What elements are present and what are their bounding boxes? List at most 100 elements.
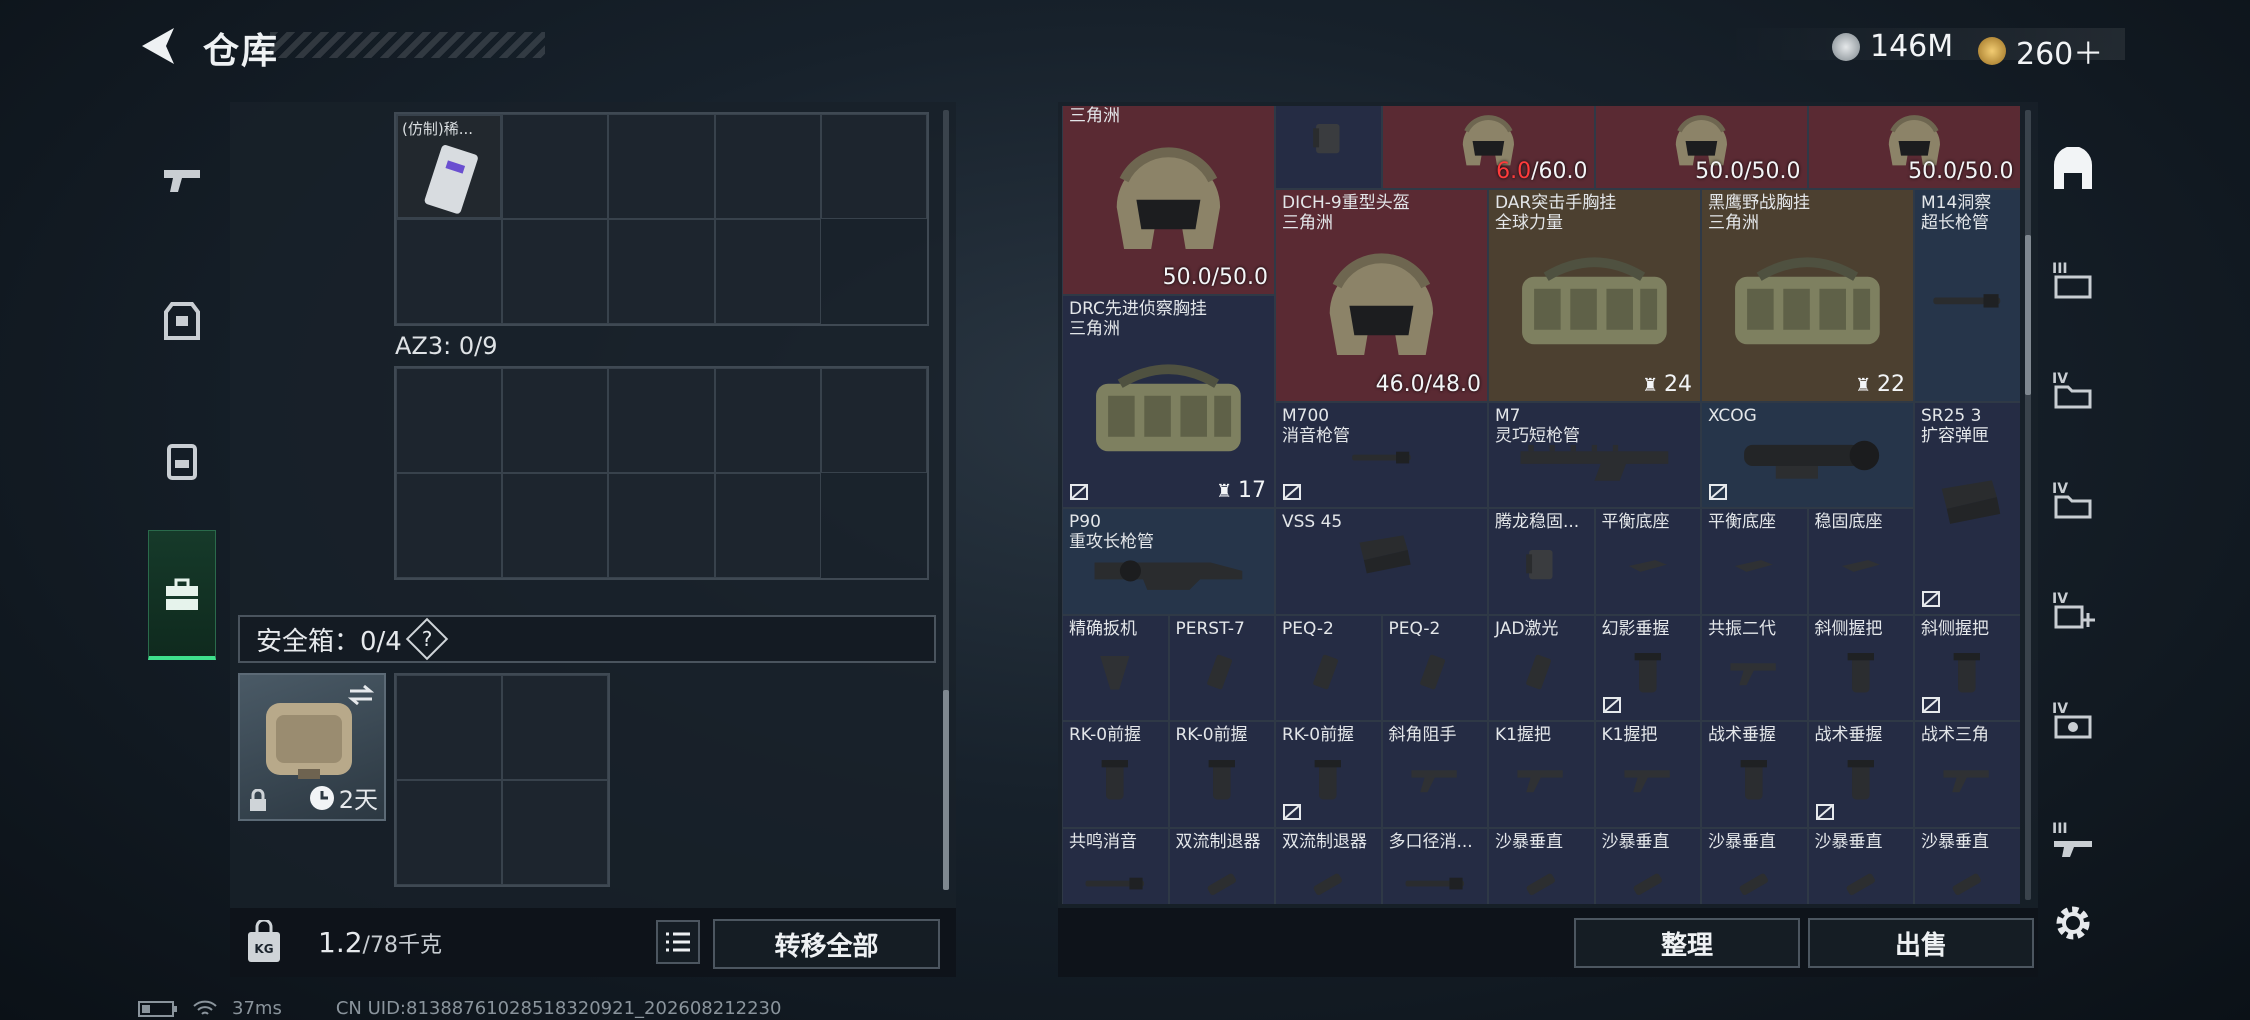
empty-slot[interactable] — [608, 473, 715, 578]
rail-stash-4b[interactable]: IV — [2042, 455, 2104, 545]
container-grid-1[interactable]: (仿制)稀... — [394, 112, 929, 326]
empty-slot[interactable] — [608, 368, 715, 473]
warehouse-item[interactable]: 共振二代 — [1701, 614, 1808, 721]
warehouse-item[interactable]: RK-0前握 — [1062, 721, 1169, 828]
warehouse-item[interactable]: JAD激光 — [1488, 614, 1595, 721]
warehouse-item[interactable]: 腾龙稳固... — [1488, 508, 1595, 615]
currency-premium[interactable]: 260＋ — [1978, 29, 2103, 73]
empty-slot[interactable] — [502, 780, 608, 885]
warehouse-item[interactable]: 腾龙稳固... — [1275, 106, 1382, 189]
list-view-button[interactable] — [656, 920, 700, 964]
warehouse-item[interactable]: RK-0前握 — [1168, 721, 1275, 828]
warehouse-item[interactable]: 共鸣消音 — [1062, 827, 1169, 904]
right-scrollbar-thumb[interactable] — [2025, 235, 2031, 395]
inventory-item-cell[interactable]: (仿制)稀... — [396, 114, 503, 219]
warehouse-grid[interactable]: DICH-9重型头盔 三角洲 50.0/50.0 腾龙稳固... 6.0/60.0 50… — [1062, 106, 2020, 904]
warehouse-item[interactable]: 平衡底座 — [1594, 508, 1701, 615]
transfer-all-button[interactable]: 转移全部 — [713, 919, 940, 969]
warehouse-item[interactable]: SR25 3 扩容弹匣 — [1914, 401, 2020, 615]
warehouse-item[interactable]: 沙暴垂直 — [1914, 827, 2020, 904]
empty-slot[interactable] — [502, 219, 609, 324]
empty-slot[interactable] — [502, 473, 609, 578]
empty-slot[interactable] — [820, 368, 927, 473]
warehouse-item[interactable]: 6.0/60.0 — [1381, 106, 1595, 189]
warehouse-item[interactable]: 斜侧握把 — [1807, 614, 1914, 721]
warehouse-item[interactable]: M7 灵巧短枪管 — [1488, 401, 1701, 508]
back-arrow-icon[interactable] — [136, 24, 180, 68]
empty-slot[interactable] — [502, 114, 609, 219]
warehouse-item[interactable]: DICH-9重型头盔 三角洲 46.0/48.0 — [1275, 188, 1488, 402]
warehouse-item[interactable]: PEQ-2 — [1381, 614, 1488, 721]
warehouse-item[interactable]: 多口径消... — [1381, 827, 1488, 904]
empty-slot[interactable] — [820, 114, 927, 219]
empty-slot[interactable] — [608, 219, 715, 324]
empty-slot[interactable] — [396, 675, 502, 780]
rail-stash-3-weapons[interactable]: III — [2042, 795, 2104, 885]
empty-slot[interactable] — [502, 368, 609, 473]
warehouse-item[interactable]: 双流制退器 — [1168, 827, 1275, 904]
safe-box-slot[interactable]: 2天 — [238, 673, 386, 821]
warehouse-item[interactable]: PEQ-2 — [1275, 614, 1382, 721]
warehouse-item[interactable]: PERST-7 — [1168, 614, 1275, 721]
warehouse-item[interactable]: VSS 45 — [1275, 508, 1488, 615]
warehouse-item[interactable]: 沙暴垂直 — [1594, 827, 1701, 904]
empty-slot[interactable] — [714, 473, 821, 578]
warehouse-item[interactable]: 平衡底座 — [1701, 508, 1808, 615]
rail-stash-4a[interactable]: IV — [2042, 345, 2104, 435]
warehouse-item[interactable]: 战术垂握 — [1807, 721, 1914, 828]
help-icon[interactable]: ? — [405, 617, 449, 661]
warehouse-item[interactable]: 沙暴垂直 — [1488, 827, 1595, 904]
settings-button[interactable] — [2042, 880, 2104, 966]
rail-warehouse-home[interactable] — [2042, 125, 2104, 215]
warehouse-item[interactable]: 斜角阻手 — [1381, 721, 1488, 828]
tab-backpack[interactable] — [138, 390, 226, 530]
empty-slot[interactable] — [608, 114, 715, 219]
tab-weapons[interactable] — [138, 110, 226, 250]
warehouse-item[interactable]: DICH-9重型头盔 三角洲 50.0/50.0 — [1062, 106, 1275, 295]
empty-slot[interactable] — [396, 780, 502, 885]
item-durability: 6.0/60.0 — [1496, 159, 1587, 184]
tab-toolbox[interactable] — [148, 530, 216, 660]
warehouse-item[interactable]: 精确扳机 — [1062, 614, 1169, 721]
right-scrollbar-track[interactable] — [2025, 110, 2031, 900]
warehouse-item[interactable]: M14洞察 超长枪管 — [1914, 188, 2020, 402]
warehouse-item[interactable]: 50.0/50.0 — [1807, 106, 2020, 189]
left-scrollbar-thumb[interactable] — [943, 690, 949, 890]
warehouse-item[interactable]: 战术垂握 — [1701, 721, 1808, 828]
warehouse-item[interactable]: 稳固底座 — [1807, 508, 1914, 615]
warehouse-item[interactable]: M700 消音枪管 — [1275, 401, 1488, 508]
warehouse-item[interactable]: 沙暴垂直 — [1807, 827, 1914, 904]
warehouse-item[interactable]: 黑鹰野战胸挂 三角洲 ♜ 22 — [1701, 188, 1914, 402]
warehouse-item[interactable]: 幻影垂握 — [1594, 614, 1701, 721]
empty-slot[interactable] — [714, 368, 821, 473]
warehouse-item[interactable]: 50.0/50.0 — [1594, 106, 1808, 189]
safe-box-grid[interactable] — [394, 673, 610, 887]
item-image — [1073, 634, 1157, 707]
empty-slot[interactable] — [714, 219, 821, 324]
warehouse-item[interactable]: 沙暴垂直 — [1701, 827, 1808, 904]
container-grid-az3[interactable] — [394, 366, 929, 580]
sell-button[interactable]: 出售 — [1808, 918, 2034, 968]
warehouse-item[interactable]: K1握把 — [1488, 721, 1595, 828]
warehouse-item[interactable]: DAR突击手胸挂 全球力量 ♜ 24 — [1488, 188, 1701, 402]
empty-slot[interactable] — [714, 114, 821, 219]
warehouse-item[interactable]: K1握把 — [1594, 721, 1701, 828]
empty-slot[interactable] — [502, 675, 608, 780]
warehouse-item[interactable]: 斜侧握把 — [1914, 614, 2020, 721]
empty-slot[interactable] — [396, 473, 503, 578]
warehouse-item[interactable]: XCOG — [1701, 401, 1914, 508]
rail-stash-4-keys[interactable]: IV — [2042, 675, 2104, 765]
warehouse-item[interactable]: P90 重攻长枪管 — [1062, 508, 1275, 615]
warehouse-item[interactable]: 双流制退器 — [1275, 827, 1382, 904]
rail-stash-3[interactable]: III — [2042, 235, 2104, 325]
currency-coins[interactable]: 146M — [1832, 29, 1953, 64]
warehouse-item[interactable]: RK-0前握 — [1275, 721, 1382, 828]
empty-slot[interactable] — [396, 219, 503, 324]
empty-slot[interactable] — [396, 368, 503, 473]
swap-icon[interactable] — [346, 683, 376, 707]
warehouse-item[interactable]: DRC先进侦察胸挂 三角洲 ♜ 17 — [1062, 295, 1275, 508]
tab-armor[interactable] — [138, 250, 226, 390]
warehouse-item[interactable]: 战术三角 — [1914, 721, 2020, 828]
organize-button[interactable]: 整理 — [1574, 918, 1800, 968]
rail-stash-4-medical[interactable]: IV — [2042, 565, 2104, 655]
